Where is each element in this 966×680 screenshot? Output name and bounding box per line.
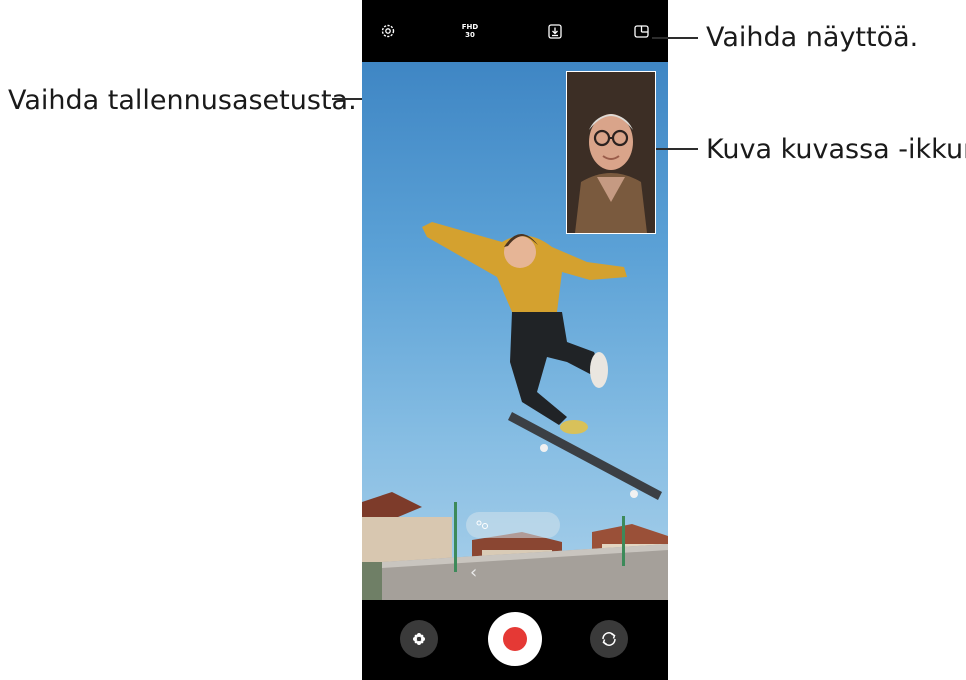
resolution-label: FHD — [461, 23, 479, 31]
callout-line-pip-window — [656, 148, 698, 150]
record-button[interactable] — [488, 612, 542, 666]
save-option-icon[interactable] — [544, 18, 566, 44]
switch-view-icon[interactable] — [630, 18, 652, 44]
top-toolbar: FHD 30 — [362, 0, 668, 62]
resolution-button[interactable]: FHD 30 — [458, 18, 482, 44]
camera-viewfinder[interactable]: ‹ — [362, 62, 668, 600]
settings-icon[interactable] — [377, 18, 399, 44]
callout-pip-window: Kuva kuvassa -ikkuna — [706, 134, 966, 165]
pip-portrait — [567, 72, 655, 233]
callout-switch-screen: Vaihda näyttöä. — [706, 22, 919, 53]
frame-rate-label: 30 — [465, 31, 475, 39]
camera-screen: FHD 30 ‹ — [362, 0, 668, 680]
bottom-toolbar — [362, 600, 668, 680]
chevron-left-icon[interactable]: ‹ — [470, 562, 477, 583]
dual-view-icon — [476, 520, 488, 529]
callout-recording-setting: Vaihda tallennusasetusta. — [8, 85, 357, 116]
pip-window[interactable] — [566, 71, 656, 234]
zoom-shortcut[interactable] — [466, 512, 560, 538]
callout-line-switch-screen — [652, 37, 698, 39]
effects-icon[interactable] — [400, 620, 438, 658]
switch-camera-icon[interactable] — [590, 620, 628, 658]
record-icon — [503, 627, 527, 651]
